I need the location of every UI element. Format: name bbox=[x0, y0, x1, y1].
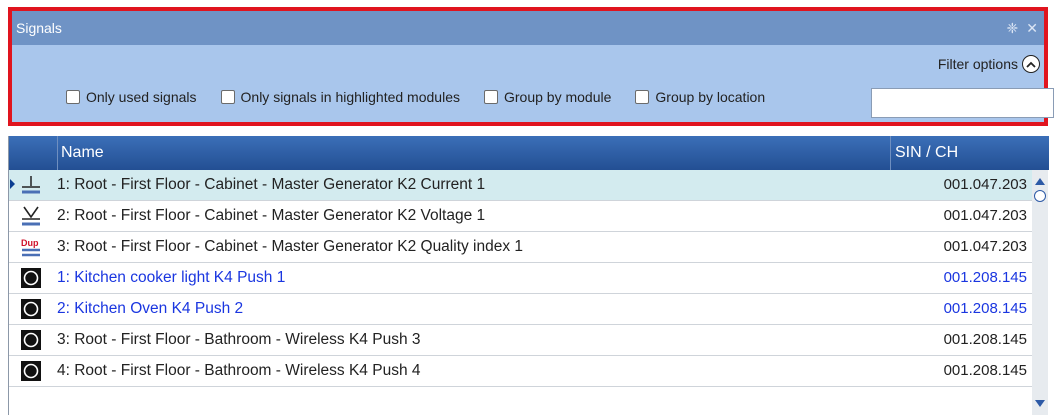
signal-sin: 001.208.145 bbox=[943, 331, 1027, 348]
push-button-icon bbox=[21, 299, 41, 319]
signal-sin: 001.047.203 bbox=[943, 176, 1027, 193]
push-button-icon bbox=[21, 268, 41, 288]
header-icon-column[interactable] bbox=[9, 136, 58, 170]
scroll-up-icon[interactable] bbox=[1035, 178, 1045, 185]
column-header-sin-ch[interactable]: SIN / CH bbox=[893, 136, 1043, 170]
signal-name: 1: Kitchen cooker light K4 Push 1 bbox=[57, 269, 286, 286]
scroll-down-icon[interactable] bbox=[1035, 400, 1045, 407]
panel-titlebar: Signals ❈ ✕ bbox=[12, 11, 1044, 45]
table-row[interactable]: 1: Kitchen cooker light K4 Push 1 001.20… bbox=[9, 263, 1033, 294]
search-input[interactable] bbox=[871, 88, 1054, 118]
checkbox-label: Only signals in highlighted modules bbox=[240, 89, 460, 105]
table-row[interactable]: 3: Root - First Floor - Bathroom - Wirel… bbox=[9, 325, 1033, 356]
signals-panel: Signals ❈ ✕ Filter options Only used sig… bbox=[8, 7, 1054, 126]
row-indicator-icon bbox=[10, 179, 15, 189]
checkbox-box[interactable] bbox=[483, 90, 498, 104]
push-button-icon bbox=[21, 330, 41, 350]
checkbox-box[interactable] bbox=[66, 90, 80, 104]
signal-sin: 001.047.203 bbox=[943, 207, 1027, 224]
group-by-module-checkbox[interactable]: Group by module bbox=[483, 89, 612, 105]
checkbox-box[interactable] bbox=[220, 90, 235, 104]
signal-name: 3: Root - First Floor - Bathroom - Wirel… bbox=[57, 331, 421, 348]
table-row[interactable]: 2: Kitchen Oven K4 Push 2 001.208.145 bbox=[9, 294, 1033, 325]
signal-name: 3: Root - First Floor - Cabinet - Master… bbox=[57, 238, 524, 255]
voltage-icon bbox=[22, 206, 40, 226]
filter-options[interactable]: Filter options bbox=[938, 55, 1040, 73]
group-by-location-checkbox[interactable]: Group by location bbox=[635, 89, 765, 105]
svg-text:Dup: Dup bbox=[21, 238, 39, 248]
only-used-signals-checkbox[interactable]: Only used signals bbox=[66, 89, 197, 105]
push-button-icon bbox=[21, 361, 41, 381]
signal-sin: 001.208.145 bbox=[943, 300, 1027, 317]
checkbox-label: Only used signals bbox=[86, 89, 197, 105]
panel-title: Signals bbox=[16, 20, 62, 36]
table-row[interactable]: 2: Root - First Floor - Cabinet - Master… bbox=[9, 201, 1033, 232]
grid-header: Name SIN / CH bbox=[9, 136, 1049, 170]
signal-name: 2: Root - First Floor - Cabinet - Master… bbox=[57, 207, 486, 224]
close-icon[interactable]: ✕ bbox=[1026, 20, 1038, 37]
chevron-up-icon[interactable] bbox=[1022, 55, 1040, 73]
filter-options-label: Filter options bbox=[937, 56, 1018, 72]
signal-name: 1: Root - First Floor - Cabinet - Master… bbox=[57, 176, 486, 193]
signal-name: 4: Root - First Floor - Bathroom - Wirel… bbox=[57, 362, 421, 379]
signal-name: 2: Kitchen Oven K4 Push 2 bbox=[57, 300, 244, 317]
scroll-thumb[interactable] bbox=[1034, 190, 1046, 202]
only-highlighted-modules-checkbox[interactable]: Only signals in highlighted modules bbox=[220, 89, 460, 105]
checkbox-box[interactable] bbox=[635, 90, 650, 104]
signals-grid: Name SIN / CH 1: Root - First Floor - Ca… bbox=[8, 136, 1049, 415]
pin-icon[interactable]: ❈ bbox=[1007, 20, 1019, 37]
vertical-scrollbar[interactable] bbox=[1032, 170, 1048, 415]
column-header-name[interactable]: Name bbox=[61, 136, 891, 170]
signal-sin: 001.208.145 bbox=[943, 269, 1027, 286]
table-row[interactable]: 4: Root - First Floor - Bathroom - Wirel… bbox=[9, 356, 1033, 387]
checkbox-label: Group by location bbox=[655, 89, 766, 105]
checkbox-label: Group by module bbox=[503, 89, 612, 105]
signal-sin: 001.208.145 bbox=[943, 362, 1027, 379]
table-row[interactable]: Dup 3: Root - First Floor - Cabinet - Ma… bbox=[9, 232, 1033, 263]
current-icon bbox=[22, 176, 40, 194]
dup-icon: Dup bbox=[21, 238, 40, 257]
signal-sin: 001.047.203 bbox=[943, 238, 1027, 255]
table-row[interactable]: 1: Root - First Floor - Cabinet - Master… bbox=[9, 170, 1033, 201]
